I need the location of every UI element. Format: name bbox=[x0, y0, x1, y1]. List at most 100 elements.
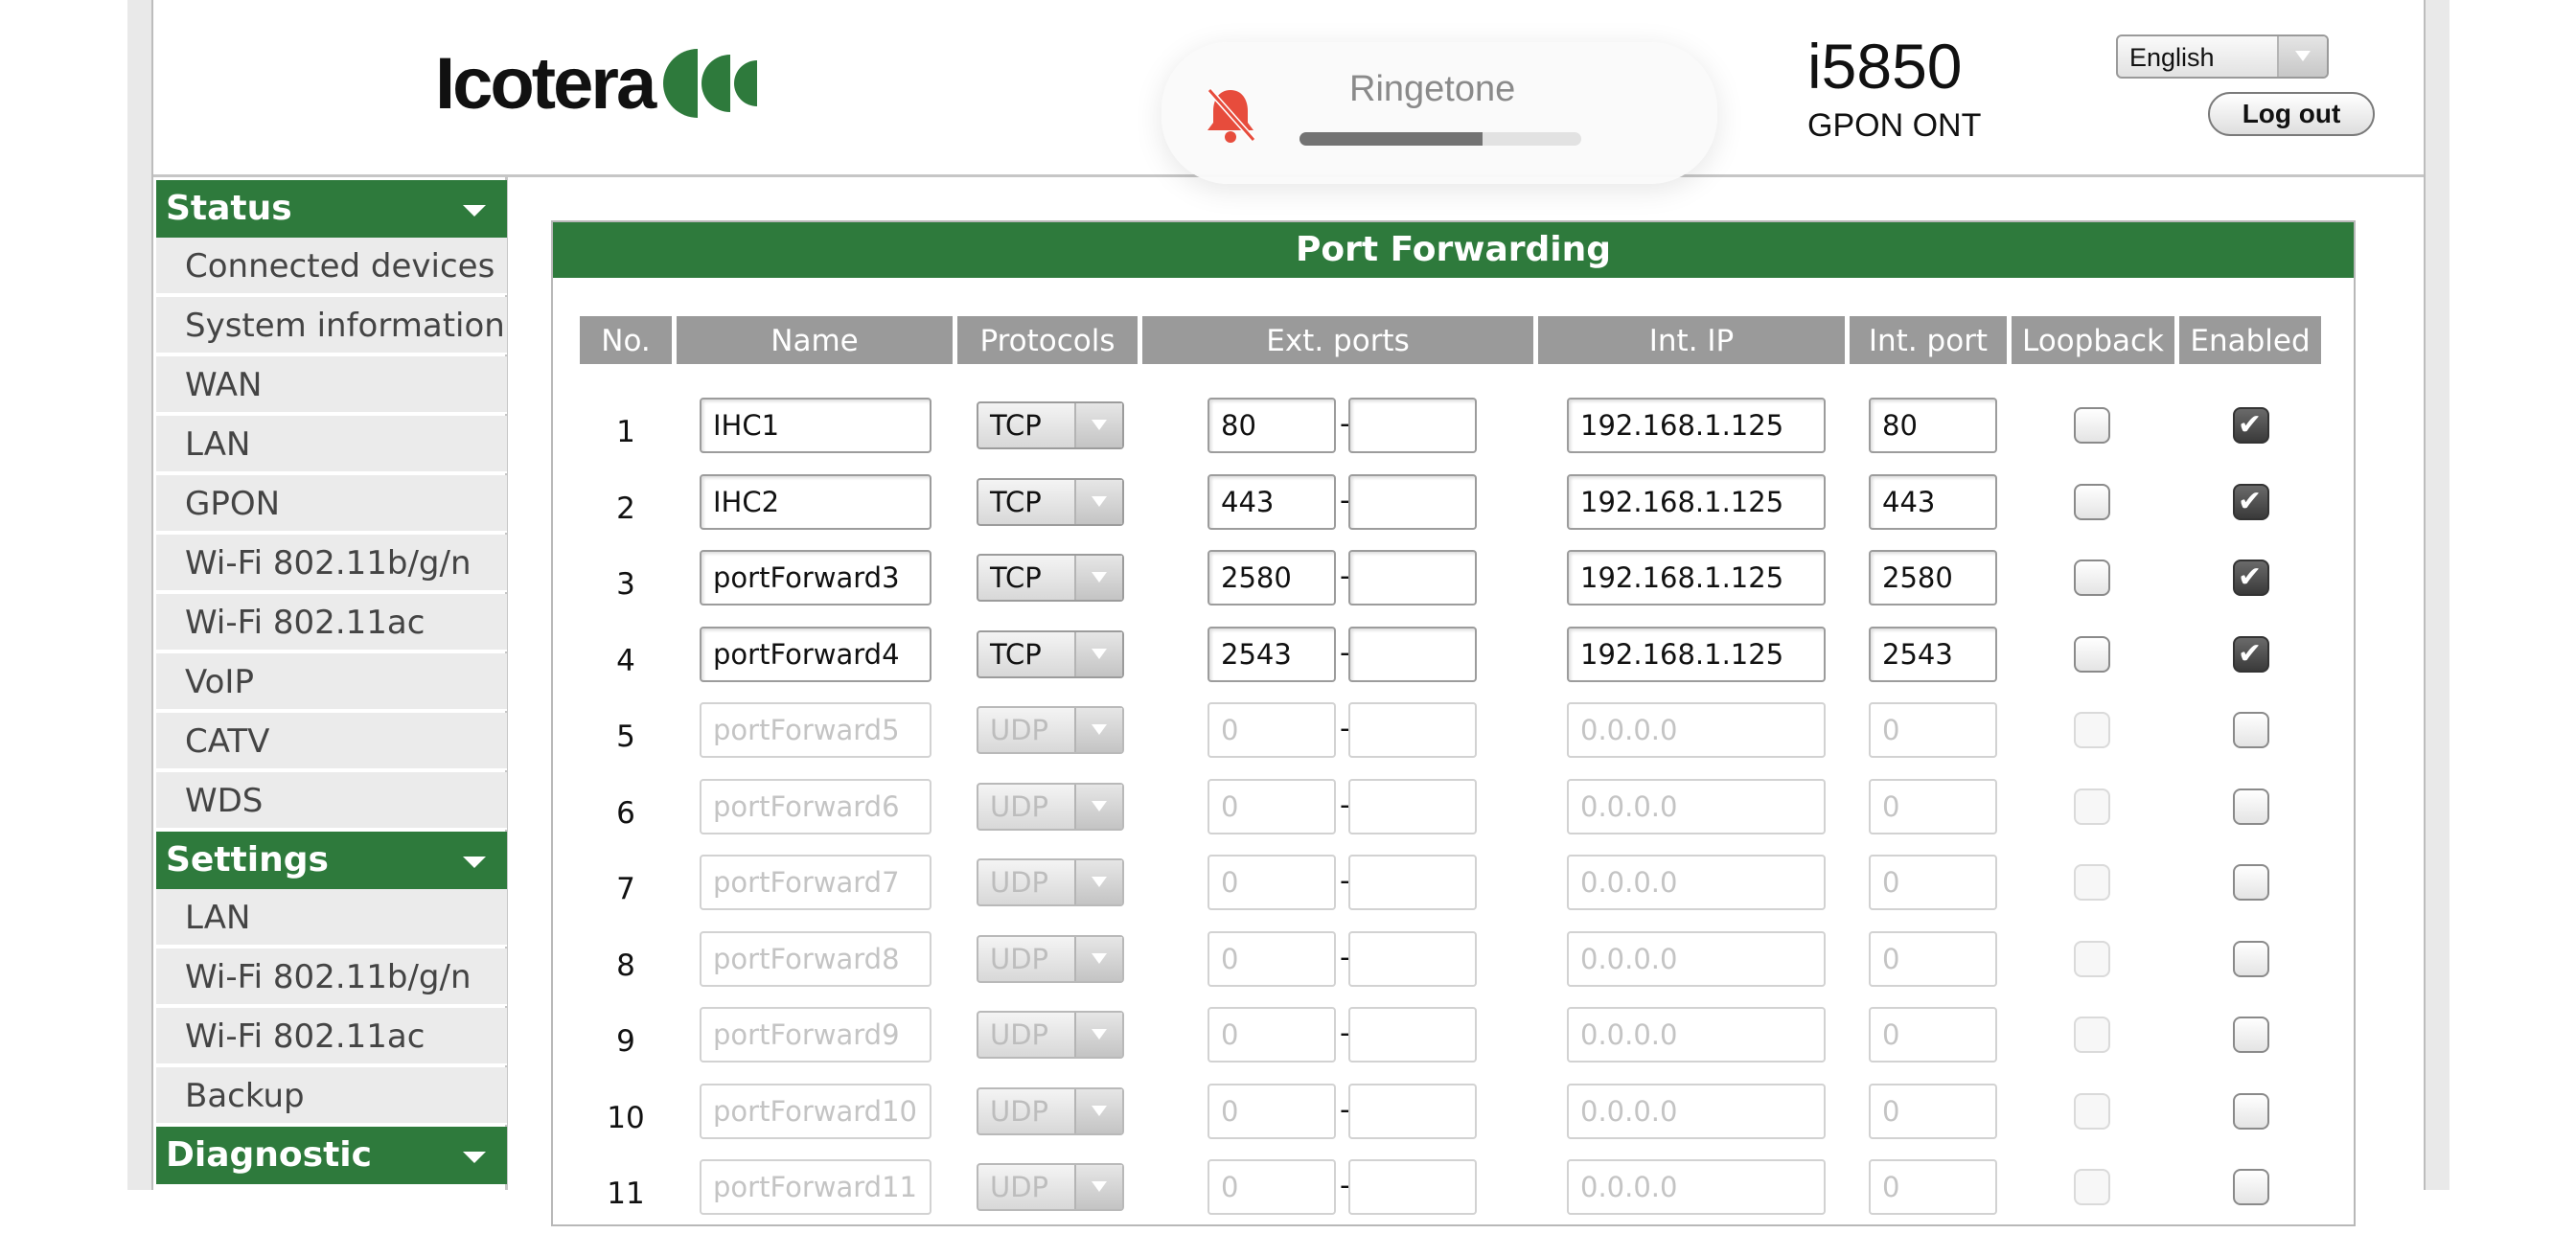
ext-port-end-input[interactable] bbox=[1348, 1159, 1477, 1215]
loopback-checkbox[interactable] bbox=[2074, 1092, 2110, 1130]
volume-bar[interactable] bbox=[1300, 132, 1581, 146]
protocol-select[interactable]: UDP bbox=[977, 706, 1124, 754]
sidebar-item-catv[interactable]: CATV bbox=[156, 713, 507, 770]
ext-port-start-input[interactable]: 0 bbox=[1208, 855, 1336, 910]
enabled-checkbox[interactable]: ✔ bbox=[2233, 483, 2269, 520]
int-port-input[interactable]: 0 bbox=[1869, 778, 1997, 834]
sidebar-item-backup[interactable]: Backup bbox=[156, 1067, 507, 1125]
loopback-checkbox[interactable] bbox=[2074, 1169, 2110, 1205]
ext-port-start-input[interactable]: 443 bbox=[1208, 473, 1336, 530]
int-ip-input[interactable]: 192.168.1.125 bbox=[1567, 473, 1826, 530]
int-ip-input[interactable]: 0.0.0.0 bbox=[1567, 702, 1826, 758]
sidebar-item-wifi-bgn[interactable]: Wi-Fi 802.11b/g/n bbox=[156, 535, 507, 592]
ext-port-end-input[interactable] bbox=[1348, 626, 1477, 682]
sidebar-item-settings-wifi-ac[interactable]: Wi-Fi 802.11ac bbox=[156, 1008, 507, 1065]
ext-port-end-input[interactable] bbox=[1348, 702, 1477, 758]
rule-name-input[interactable]: portForward11 bbox=[700, 1159, 932, 1215]
logout-button[interactable]: Log out bbox=[2208, 92, 2375, 136]
protocol-select[interactable]: UDP bbox=[977, 1086, 1124, 1135]
int-ip-input[interactable]: 0.0.0.0 bbox=[1567, 855, 1826, 910]
enabled-checkbox[interactable]: ✔ bbox=[2233, 635, 2269, 673]
protocol-select[interactable]: TCP bbox=[977, 554, 1124, 602]
int-port-input[interactable]: 0 bbox=[1869, 702, 1997, 758]
sidebar-item-wifi-ac[interactable]: Wi-Fi 802.11ac bbox=[156, 594, 507, 651]
protocol-select[interactable]: UDP bbox=[977, 1011, 1124, 1059]
enabled-checkbox[interactable] bbox=[2233, 1092, 2269, 1130]
rule-name-input[interactable]: portForward4 bbox=[700, 626, 932, 682]
ext-port-end-input[interactable] bbox=[1348, 855, 1477, 910]
loopback-checkbox[interactable] bbox=[2074, 483, 2110, 520]
ext-port-start-input[interactable]: 0 bbox=[1208, 778, 1336, 834]
ext-port-end-input[interactable] bbox=[1348, 473, 1477, 530]
int-ip-input[interactable]: 0.0.0.0 bbox=[1567, 778, 1826, 834]
ext-port-end-input[interactable] bbox=[1348, 1083, 1477, 1139]
enabled-checkbox[interactable] bbox=[2233, 1169, 2269, 1205]
ext-port-start-input[interactable]: 0 bbox=[1208, 930, 1336, 987]
nav-section-settings[interactable]: Settings bbox=[156, 832, 507, 889]
sidebar-item-settings-wifi-bgn[interactable]: Wi-Fi 802.11b/g/n bbox=[156, 948, 507, 1006]
sidebar-item-settings-lan[interactable]: LAN bbox=[156, 889, 507, 947]
protocol-select[interactable]: UDP bbox=[977, 1163, 1124, 1211]
enabled-checkbox[interactable]: ✔ bbox=[2233, 560, 2269, 596]
ext-port-start-input[interactable]: 0 bbox=[1208, 1159, 1336, 1215]
protocol-select[interactable]: UDP bbox=[977, 858, 1124, 906]
sidebar-item-wds[interactable]: WDS bbox=[156, 772, 507, 830]
int-ip-input[interactable]: 192.168.1.125 bbox=[1567, 398, 1826, 453]
loopback-checkbox[interactable] bbox=[2074, 940, 2110, 977]
rule-name-input[interactable]: portForward7 bbox=[700, 855, 932, 910]
int-port-input[interactable]: 0 bbox=[1869, 1083, 1997, 1139]
protocol-select[interactable]: TCP bbox=[977, 629, 1124, 678]
rule-name-input[interactable]: portForward10 bbox=[700, 1083, 932, 1139]
enabled-checkbox[interactable] bbox=[2233, 864, 2269, 901]
ext-port-end-input[interactable] bbox=[1348, 550, 1477, 606]
ext-port-start-input[interactable]: 80 bbox=[1208, 398, 1336, 453]
sidebar-item-lan[interactable]: LAN bbox=[156, 416, 507, 473]
enabled-checkbox[interactable] bbox=[2233, 1017, 2269, 1053]
int-port-input[interactable]: 2543 bbox=[1869, 626, 1997, 682]
protocol-select[interactable]: TCP bbox=[977, 401, 1124, 449]
int-port-input[interactable]: 0 bbox=[1869, 855, 1997, 910]
loopback-checkbox[interactable] bbox=[2074, 788, 2110, 825]
ext-port-start-input[interactable]: 0 bbox=[1208, 1083, 1336, 1139]
rule-name-input[interactable]: portForward3 bbox=[700, 550, 932, 606]
loopback-checkbox[interactable] bbox=[2074, 635, 2110, 673]
ext-port-start-input[interactable]: 0 bbox=[1208, 702, 1336, 758]
int-port-input[interactable]: 80 bbox=[1869, 398, 1997, 453]
int-ip-input[interactable]: 0.0.0.0 bbox=[1567, 1007, 1826, 1063]
ext-port-start-input[interactable]: 2543 bbox=[1208, 626, 1336, 682]
sidebar-item-system-information[interactable]: System information bbox=[156, 297, 507, 354]
protocol-select[interactable]: UDP bbox=[977, 934, 1124, 983]
ext-port-start-input[interactable]: 0 bbox=[1208, 1007, 1336, 1063]
sidebar-item-voip[interactable]: VoIP bbox=[156, 653, 507, 711]
rule-name-input[interactable]: portForward6 bbox=[700, 778, 932, 834]
int-port-input[interactable]: 0 bbox=[1869, 930, 1997, 987]
loopback-checkbox[interactable] bbox=[2074, 1017, 2110, 1053]
ext-port-end-input[interactable] bbox=[1348, 398, 1477, 453]
language-select[interactable]: English bbox=[2116, 34, 2329, 79]
protocol-select[interactable]: TCP bbox=[977, 477, 1124, 526]
rule-name-input[interactable]: portForward9 bbox=[700, 1007, 932, 1063]
sidebar-item-gpon[interactable]: GPON bbox=[156, 475, 507, 533]
enabled-checkbox[interactable] bbox=[2233, 940, 2269, 977]
int-port-input[interactable]: 2580 bbox=[1869, 550, 1997, 606]
nav-section-status[interactable]: Status bbox=[156, 180, 507, 238]
int-ip-input[interactable]: 0.0.0.0 bbox=[1567, 1083, 1826, 1139]
enabled-checkbox[interactable] bbox=[2233, 712, 2269, 748]
rule-name-input[interactable]: IHC2 bbox=[700, 473, 932, 530]
sidebar-item-wan[interactable]: WAN bbox=[156, 356, 507, 414]
loopback-checkbox[interactable] bbox=[2074, 712, 2110, 748]
sidebar-item-connected-devices[interactable]: Connected devices bbox=[156, 238, 507, 295]
rule-name-input[interactable]: portForward8 bbox=[700, 930, 932, 987]
int-ip-input[interactable]: 192.168.1.125 bbox=[1567, 626, 1826, 682]
nav-section-diagnostic[interactable]: Diagnostic bbox=[156, 1127, 507, 1184]
loopback-checkbox[interactable] bbox=[2074, 560, 2110, 596]
int-port-input[interactable]: 443 bbox=[1869, 473, 1997, 530]
ext-port-end-input[interactable] bbox=[1348, 930, 1477, 987]
enabled-checkbox[interactable]: ✔ bbox=[2233, 407, 2269, 444]
rule-name-input[interactable]: IHC1 bbox=[700, 398, 932, 453]
int-ip-input[interactable]: 192.168.1.125 bbox=[1567, 550, 1826, 606]
enabled-checkbox[interactable] bbox=[2233, 788, 2269, 825]
loopback-checkbox[interactable] bbox=[2074, 864, 2110, 901]
rule-name-input[interactable]: portForward5 bbox=[700, 702, 932, 758]
ext-port-end-input[interactable] bbox=[1348, 778, 1477, 834]
